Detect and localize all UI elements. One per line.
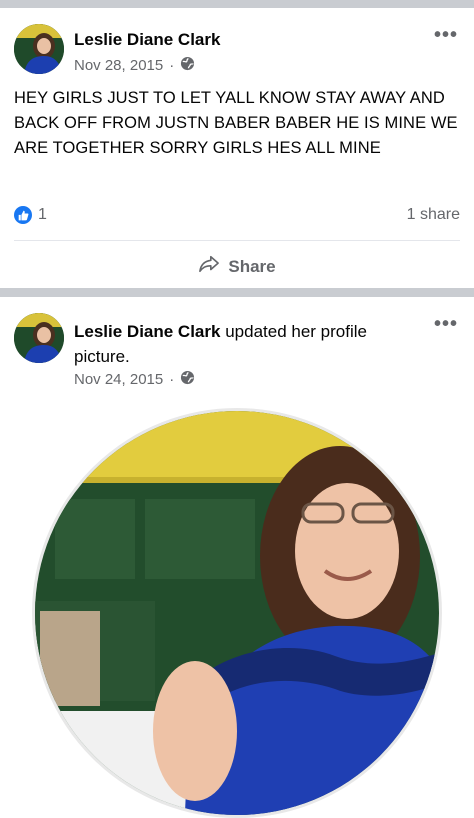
post-meta: Nov 24, 2015 · xyxy=(74,370,195,389)
feed-divider xyxy=(0,288,474,297)
post-header-text: Leslie Diane Clark updated her profile p… xyxy=(74,319,424,369)
share-button[interactable]: Share xyxy=(0,254,474,279)
more-icon[interactable]: ••• xyxy=(434,24,458,47)
globe-icon xyxy=(180,370,195,389)
avatar[interactable] xyxy=(14,313,64,363)
post-date[interactable]: Nov 28, 2015 xyxy=(74,57,163,74)
more-icon[interactable]: ••• xyxy=(434,313,458,336)
share-count[interactable]: 1 share xyxy=(407,206,460,224)
post-stats: 1 1 share xyxy=(14,206,460,224)
post-author[interactable]: Leslie Diane Clark xyxy=(74,30,220,50)
post-author[interactable]: Leslie Diane Clark xyxy=(74,322,220,341)
avatar[interactable] xyxy=(14,24,64,74)
post-meta: Nov 28, 2015 · xyxy=(74,56,195,75)
post-date[interactable]: Nov 24, 2015 xyxy=(74,371,163,388)
post-status: Leslie Diane Clark Nov 28, 2015 · ••• HE… xyxy=(0,8,474,288)
share-icon xyxy=(198,254,220,279)
post-separator xyxy=(14,240,460,241)
profile-picture[interactable] xyxy=(32,408,442,818)
share-label: Share xyxy=(228,256,276,276)
post-text: HEY GIRLS JUST TO LET YALL KNOW STAY AWA… xyxy=(14,89,458,157)
reaction-count[interactable]: 1 xyxy=(38,206,47,224)
feed-divider-top xyxy=(0,0,474,8)
like-icon[interactable] xyxy=(14,206,32,224)
globe-icon xyxy=(180,56,195,75)
